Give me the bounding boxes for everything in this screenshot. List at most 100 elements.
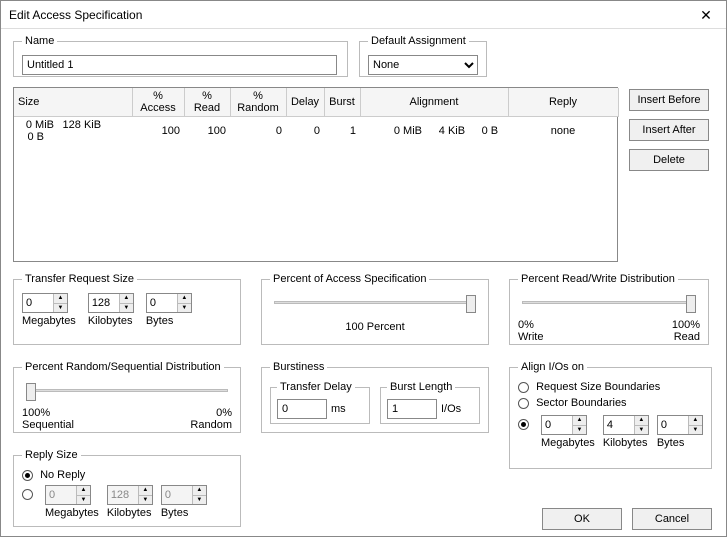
reply-mb-spinner: ▲▼	[45, 485, 91, 505]
transfer-kb-input[interactable]	[89, 294, 119, 312]
slider-thumb[interactable]	[466, 295, 476, 313]
spec-table: Size % Access % Read % Random Delay Burs…	[14, 88, 619, 145]
pct-access-spec-caption: 100 Percent	[270, 321, 480, 333]
window-title: Edit Access Specification	[9, 1, 142, 29]
insert-after-button[interactable]: Insert After	[629, 119, 709, 141]
align-opt-request-radio[interactable]	[518, 382, 529, 393]
align-opt-request-label: Request Size Boundaries	[536, 381, 660, 393]
table-header-row: Size % Access % Read % Random Delay Burs…	[14, 88, 618, 117]
up-icon[interactable]: ▲	[635, 416, 648, 426]
reply-size-group: Reply Size No Reply ▲▼ Megabytes ▲▼ Kilo…	[13, 449, 241, 527]
transfer-b-input[interactable]	[147, 294, 177, 312]
transfer-mb-input[interactable]	[23, 294, 53, 312]
col-pct-random[interactable]: % Random	[230, 88, 286, 117]
pct-access-spec-slider[interactable]	[270, 293, 480, 315]
align-kb-label: Kilobytes	[603, 437, 649, 449]
down-icon[interactable]: ▼	[689, 426, 702, 435]
transfer-size-legend: Transfer Request Size	[22, 273, 137, 285]
down-icon: ▼	[77, 496, 90, 505]
close-icon[interactable]: ✕	[686, 1, 726, 29]
spec-list[interactable]: Size % Access % Read % Random Delay Burs…	[13, 87, 618, 262]
pct-rw-right-label: Read	[672, 331, 700, 343]
transfer-kb-spinner[interactable]: ▲▼	[88, 293, 134, 313]
default-assignment-group: Default Assignment None	[359, 35, 487, 77]
down-icon: ▼	[139, 496, 152, 505]
burst-length-input[interactable]	[387, 399, 437, 419]
reply-kb-input	[108, 486, 138, 504]
align-group: Align I/Os on Request Size Boundaries Se…	[509, 361, 712, 469]
transfer-size-group: Transfer Request Size ▲▼ Megabytes ▲▼ Ki…	[13, 273, 241, 345]
col-burst[interactable]: Burst	[324, 88, 360, 117]
align-opt-sector-label: Sector Boundaries	[536, 397, 627, 409]
cell-pct-random: 0	[230, 117, 286, 146]
reply-noreply-radio[interactable]	[22, 470, 33, 481]
pct-access-spec-group: Percent of Access Specification 100 Perc…	[261, 273, 489, 345]
up-icon: ▲	[193, 486, 206, 496]
down-icon[interactable]: ▼	[54, 304, 67, 313]
align-opt-custom-radio[interactable]	[518, 419, 529, 430]
col-pct-access[interactable]: % Access	[132, 88, 184, 117]
col-pct-read[interactable]: % Read	[184, 88, 230, 117]
transfer-mb-spinner[interactable]: ▲▼	[22, 293, 68, 313]
reply-mb-label: Megabytes	[45, 507, 99, 519]
col-alignment[interactable]: Alignment	[360, 88, 508, 117]
up-icon[interactable]: ▲	[689, 416, 702, 426]
transfer-delay-group: Transfer Delay ms	[270, 381, 370, 424]
burst-length-legend: Burst Length	[387, 381, 455, 393]
align-opt-sector-radio[interactable]	[518, 398, 529, 409]
ok-button[interactable]: OK	[542, 508, 622, 530]
table-row[interactable]: 0 MiB 128 KiB 0 B 100 100 0 0 1 0 MiB 4 …	[14, 117, 618, 146]
transfer-kb-label: Kilobytes	[88, 315, 134, 327]
reply-b-input	[162, 486, 192, 504]
align-b-label: Bytes	[657, 437, 703, 449]
down-icon[interactable]: ▼	[120, 304, 133, 313]
pct-rand-group: Percent Random/Sequential Distribution 1…	[13, 361, 241, 433]
align-mb-spinner[interactable]: ▲▼	[541, 415, 587, 435]
align-kb-spinner[interactable]: ▲▼	[603, 415, 649, 435]
transfer-b-spinner[interactable]: ▲▼	[146, 293, 192, 313]
burst-length-group: Burst Length I/Os	[380, 381, 480, 424]
default-assignment-select[interactable]: None	[368, 55, 478, 75]
cell-align-mib: 0 MiB	[364, 125, 422, 137]
up-icon: ▲	[139, 486, 152, 496]
delete-button[interactable]: Delete	[629, 149, 709, 171]
align-kb-input[interactable]	[604, 416, 634, 434]
cancel-button[interactable]: Cancel	[632, 508, 712, 530]
up-icon[interactable]: ▲	[54, 294, 67, 304]
down-icon[interactable]: ▼	[573, 426, 586, 435]
pct-rand-legend: Percent Random/Sequential Distribution	[22, 361, 224, 373]
titlebar: Edit Access Specification ✕	[1, 1, 726, 29]
col-delay[interactable]: Delay	[286, 88, 324, 117]
up-icon[interactable]: ▲	[120, 294, 133, 304]
pct-rw-legend: Percent Read/Write Distribution	[518, 273, 678, 285]
pct-access-spec-legend: Percent of Access Specification	[270, 273, 429, 285]
name-input[interactable]	[22, 55, 337, 75]
down-icon[interactable]: ▼	[635, 426, 648, 435]
transfer-delay-input[interactable]	[277, 399, 327, 419]
slider-thumb[interactable]	[686, 295, 696, 313]
cell-reply: none	[508, 117, 618, 146]
align-legend: Align I/Os on	[518, 361, 587, 373]
pct-rw-slider[interactable]	[518, 293, 700, 315]
slider-thumb[interactable]	[26, 383, 36, 401]
align-mb-input[interactable]	[542, 416, 572, 434]
pct-rand-left-label: Sequential	[22, 419, 74, 431]
cell-size-b: 0 B	[18, 131, 44, 143]
cell-size-mib: 0 MiB	[18, 119, 54, 131]
up-icon: ▲	[77, 486, 90, 496]
col-reply[interactable]: Reply	[508, 88, 618, 117]
col-size[interactable]: Size	[14, 88, 132, 117]
burst-length-unit: I/Os	[441, 403, 461, 415]
align-b-spinner[interactable]: ▲▼	[657, 415, 703, 435]
reply-custom-radio[interactable]	[22, 489, 33, 500]
down-icon[interactable]: ▼	[178, 304, 191, 313]
up-icon[interactable]: ▲	[178, 294, 191, 304]
align-b-input[interactable]	[658, 416, 688, 434]
pct-rw-group: Percent Read/Write Distribution 0% Write…	[509, 273, 709, 345]
pct-rand-slider[interactable]	[22, 381, 232, 403]
cell-pct-access: 100	[132, 117, 184, 146]
burst-legend: Burstiness	[270, 361, 327, 373]
pct-rw-right-pct: 100%	[672, 319, 700, 331]
up-icon[interactable]: ▲	[573, 416, 586, 426]
insert-before-button[interactable]: Insert Before	[629, 89, 709, 111]
